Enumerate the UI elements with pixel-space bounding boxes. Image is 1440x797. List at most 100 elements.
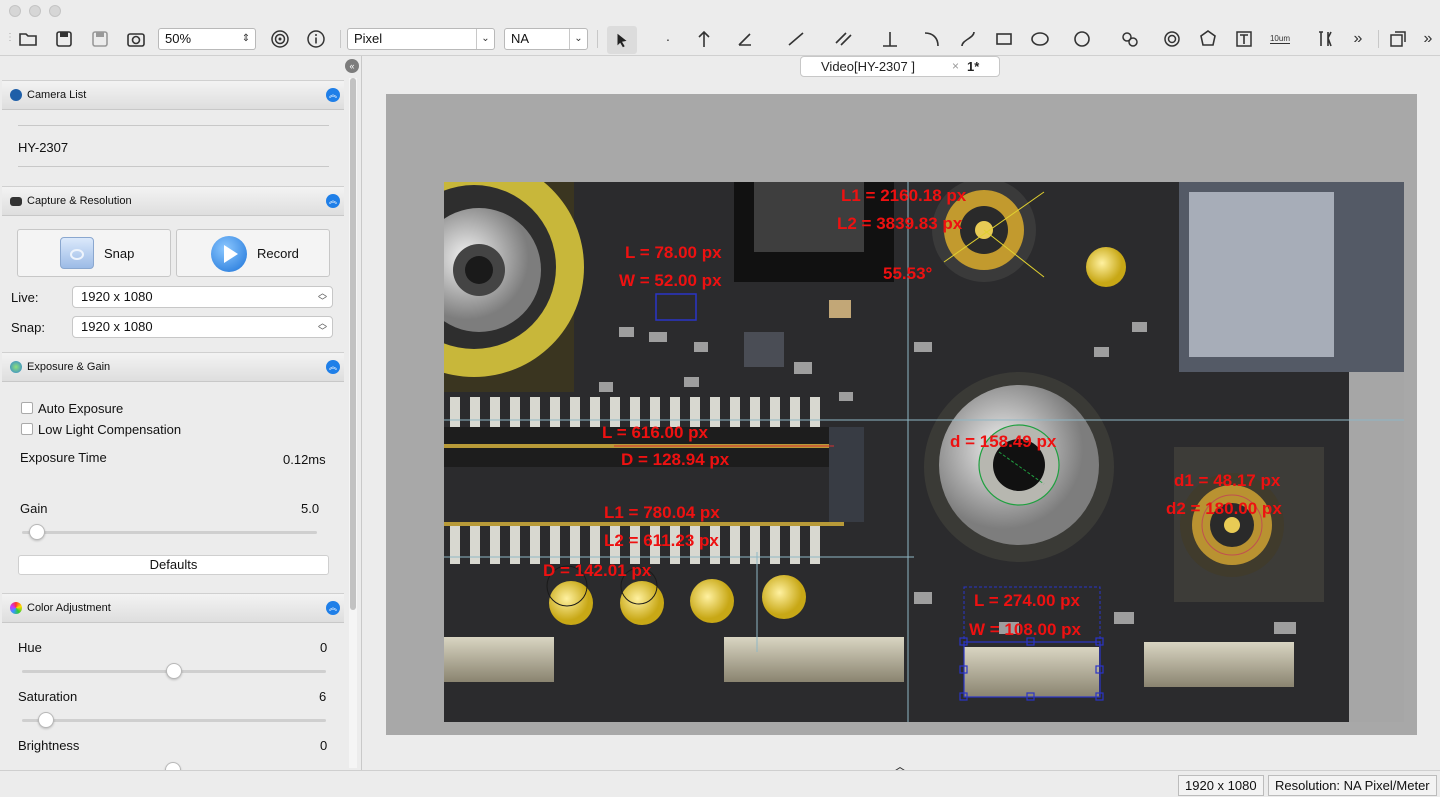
target-icon[interactable] [268,28,292,50]
info-icon[interactable] [304,28,328,50]
collapse-section-icon[interactable]: ︽ [326,88,340,102]
measurement-label[interactable]: L = 274.00 px [974,591,1080,611]
unit-select[interactable]: Pixel ⌄ [347,28,495,50]
camera-list-header[interactable]: Camera List ︽ [2,80,344,110]
image-workspace: Video[HY-2307 ] × 1* L1 = 2160.18 px L2 … [363,56,1440,774]
color-adjustment-header[interactable]: Color Adjustment ︽ [2,593,344,623]
polygon-tool-icon[interactable] [1196,28,1220,50]
exposure-time-value: 0.12ms [283,452,326,467]
curve-tool-icon[interactable] [956,28,980,50]
brightness-label: Brightness [18,738,80,753]
zoom-window-button[interactable] [49,5,61,17]
two-circles-tool-icon[interactable] [1118,28,1142,50]
scrollbar-thumb[interactable] [350,78,356,610]
defaults-button[interactable]: Defaults [18,555,329,575]
collapse-section-icon[interactable]: ︽ [326,601,340,615]
snap-resolution-value: 1920 x 1080 [81,319,153,334]
play-icon [211,236,247,272]
saturation-slider-knob[interactable] [38,712,55,728]
text-tool-icon[interactable] [1232,28,1256,50]
measurement-label[interactable]: W = 52.00 px [619,271,722,291]
measurement-label[interactable]: L = 78.00 px [625,243,722,263]
angle-tool-icon[interactable] [734,28,758,50]
exposure-gain-header[interactable]: Exposure & Gain ︽ [2,352,344,382]
auto-exposure-checkbox[interactable] [21,402,33,414]
exposure-icon [10,361,22,373]
toolbar-separator [340,30,341,48]
arrow-tool-icon[interactable] [692,28,716,50]
microscope-image[interactable]: L1 = 2160.18 px L2 = 3839.83 px 55.53° L… [444,182,1404,722]
camera-item[interactable]: HY-2307 [18,140,68,155]
stepper-icon: ︿ ﹀ [317,318,327,336]
gain-value: 5.0 [301,501,320,516]
measurement-label[interactable]: d2 = 180.00 px [1166,499,1282,519]
auto-exposure-label: Auto Exposure [38,401,124,416]
capture-resolution-title: Capture & Resolution [27,195,132,207]
collapse-section-icon[interactable]: ︽ [326,194,340,208]
measurement-label[interactable]: d1 = 48.17 px [1174,471,1280,491]
snap-button[interactable]: Snap [17,229,171,277]
measurement-label[interactable]: L2 = 611.23 px [604,531,719,551]
divider [18,166,329,167]
low-light-checkbox[interactable] [21,423,33,435]
annulus-tool-icon[interactable] [1160,28,1184,50]
close-tab-icon[interactable]: × [952,57,959,76]
left-control-panel: « Camera List ︽ HY-2307 Capture & Resolu… [0,56,362,772]
select-tool-button[interactable] [607,26,637,54]
saturation-slider-track[interactable] [22,719,326,722]
measurement-label[interactable]: D = 128.94 px [621,450,729,470]
arc-tool-icon[interactable] [920,28,944,50]
point-tool-icon[interactable]: · [656,28,680,50]
camera-list-icon [10,89,22,101]
stepper-icon: ⇕ [241,33,251,44]
zoom-select[interactable]: 50% ⇕ [158,28,256,50]
collapse-panel-button[interactable]: « [345,59,359,73]
gain-slider-track[interactable] [22,531,317,534]
ellipse-tool-icon[interactable] [1028,28,1052,50]
line-tool-icon[interactable] [784,28,808,50]
measurement-label[interactable]: L2 = 3839.83 px [837,214,962,234]
status-calibration: Resolution: NA Pixel/Meter [1268,775,1437,796]
measurement-label[interactable]: L1 = 2160.18 px [841,186,966,206]
tab-title: Video[HY-2307 ] [821,59,915,74]
perpendicular-tool-icon[interactable] [878,28,902,50]
hue-slider-knob[interactable] [166,663,182,679]
save-all-icon[interactable] [88,28,112,50]
measurement-label[interactable]: D = 142.01 px [543,561,651,581]
circle-tool-icon[interactable] [1070,28,1094,50]
panel-scrollbar[interactable] [349,78,357,768]
camera-icon [10,197,22,206]
gain-slider-knob[interactable] [28,524,45,540]
collapse-section-icon[interactable]: ︽ [326,360,340,374]
snap-resolution-select[interactable]: 1920 x 1080 ︿ ﹀ [72,316,333,338]
status-bar: 1920 x 1080 Resolution: NA Pixel/Meter [0,770,1440,797]
scale-bar-tool-icon[interactable]: 10um [1266,28,1294,50]
gain-label: Gain [20,501,48,516]
measurement-label[interactable]: 55.53° [883,264,932,284]
minimize-window-button[interactable] [29,5,41,17]
live-resolution-select[interactable]: 1920 x 1080 ︿ ﹀ [72,286,333,308]
window-layout-icon[interactable] [1386,28,1410,50]
overflow-chevron-icon[interactable]: » [1346,28,1370,50]
measurement-label[interactable]: L = 616.00 px [602,423,708,443]
measurement-label[interactable]: W = 108.00 px [969,620,1081,640]
overflow-chevron-icon[interactable]: » [1416,28,1440,50]
tab-video[interactable]: Video[HY-2307 ] × 1* [800,56,1000,77]
close-window-button[interactable] [9,5,21,17]
toolbar: ⋮ 50% ⇕ Pixel ⌄ NA ⌄ · 10um » » [0,22,1440,56]
record-button[interactable]: Record [176,229,330,277]
camera-capture-icon[interactable] [124,28,148,50]
parallel-tool-icon[interactable] [832,28,856,50]
measurement-label[interactable]: d = 158.49 px [950,432,1056,452]
tab-doc-label: 1* [967,59,980,74]
toolbar-separator [1378,30,1379,48]
measurement-label[interactable]: L1 = 780.04 px [604,503,720,523]
calibration-select[interactable]: NA ⌄ [504,28,588,50]
save-icon[interactable] [52,28,76,50]
open-folder-icon[interactable] [16,28,40,50]
tools-icon[interactable] [1314,28,1338,50]
chevron-down-icon: ⌄ [569,29,587,49]
rectangle-tool-icon[interactable] [992,28,1016,50]
capture-resolution-header[interactable]: Capture & Resolution ︽ [2,186,344,216]
brightness-value: 0 [320,738,328,753]
